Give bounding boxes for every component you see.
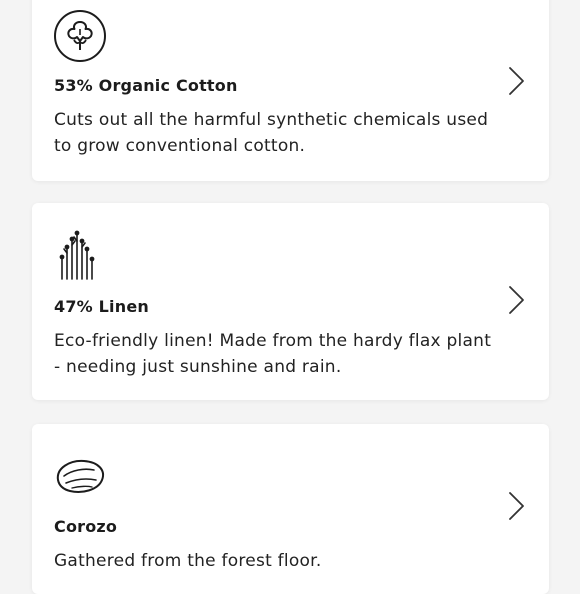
material-title: Corozo: [54, 517, 118, 536]
linen-flax-icon: [59, 230, 95, 280]
material-card-linen[interactable]: 47% Linen Eco-friendly linen! Made from …: [32, 203, 549, 400]
material-card-corozo[interactable]: Corozo Gathered from the forest floor.: [32, 424, 549, 594]
material-description: Gathered from the forest floor.: [54, 551, 322, 571]
chevron-right-icon[interactable]: [506, 284, 528, 316]
chevron-right-icon[interactable]: [506, 490, 528, 522]
corozo-nut-icon: [56, 459, 104, 493]
chevron-right-icon[interactable]: [506, 65, 528, 97]
materials-list: 53% Organic Cotton Cuts out all the harm…: [0, 0, 580, 594]
material-description: Eco-friendly linen! Made from the hardy …: [54, 331, 492, 377]
material-title: 53% Organic Cotton: [54, 76, 238, 95]
material-description: Cuts out all the harmful synthetic chemi…: [54, 110, 489, 156]
material-title: 47% Linen: [54, 297, 149, 316]
cotton-flower-icon: [54, 10, 106, 62]
material-card-organic-cotton[interactable]: 53% Organic Cotton Cuts out all the harm…: [32, 0, 549, 181]
